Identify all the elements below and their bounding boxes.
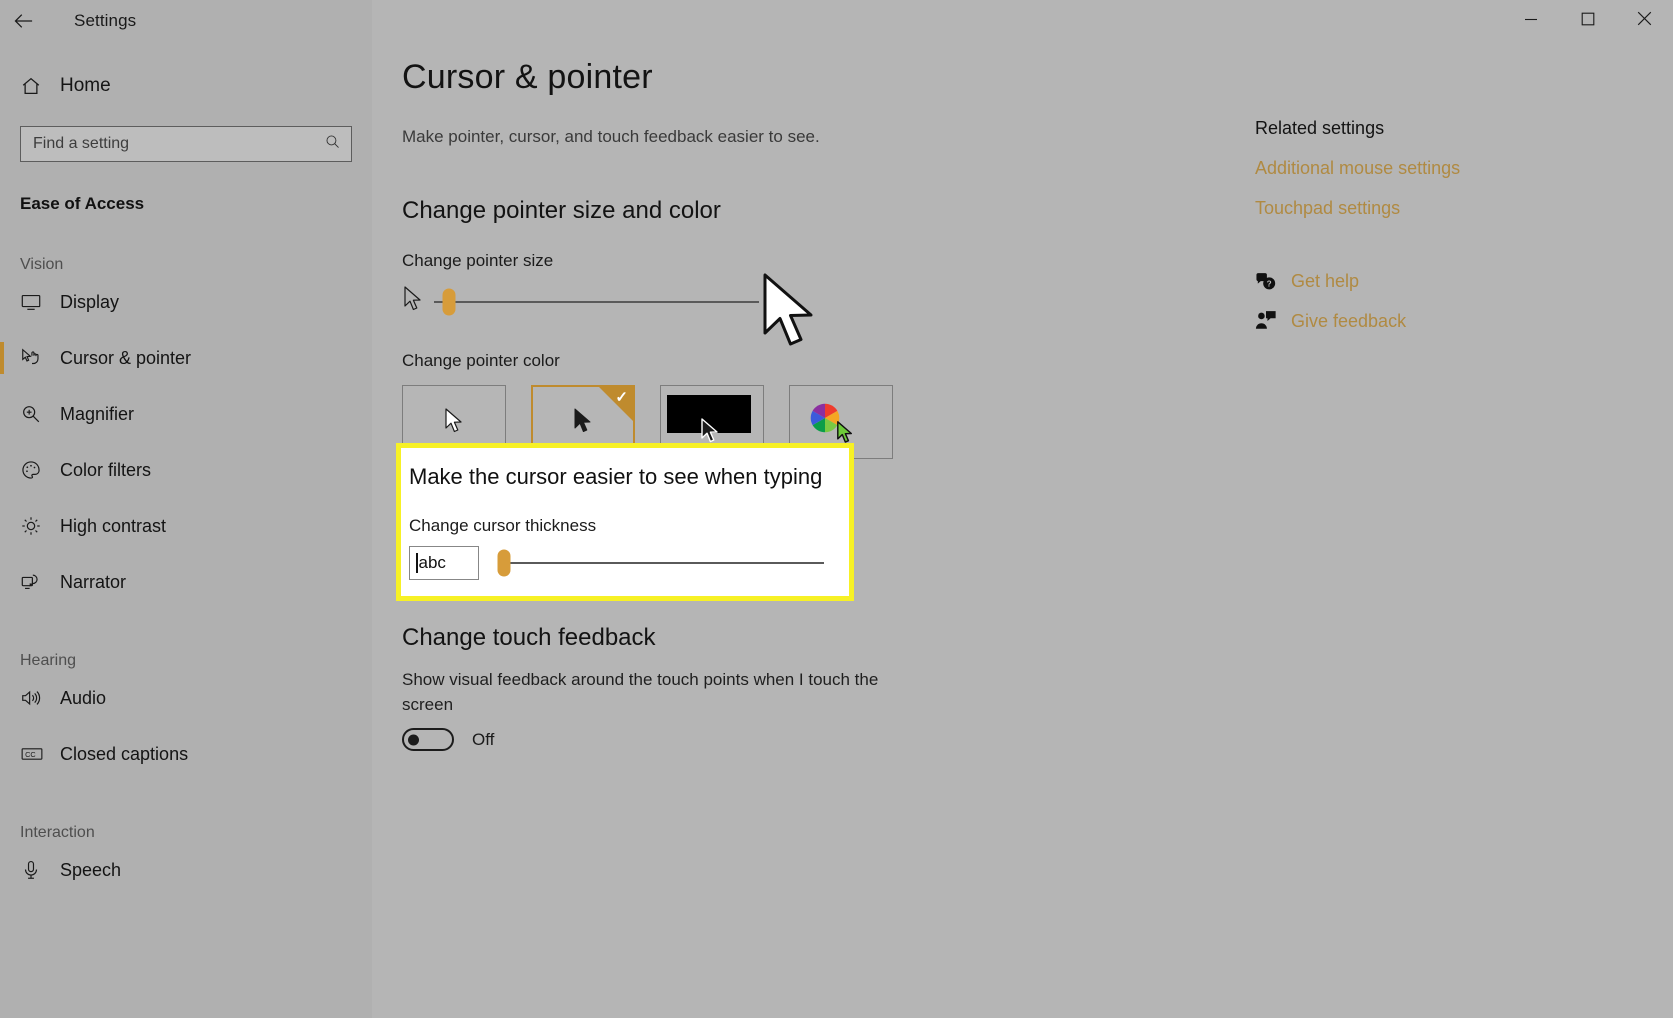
search-input[interactable] — [33, 135, 324, 153]
settings-window: Home Ease of Access Vision Display — [0, 0, 1673, 1018]
cursor-preview-field[interactable]: abc — [409, 546, 479, 580]
page-title: Cursor & pointer — [402, 58, 653, 96]
monitor-icon — [20, 291, 54, 313]
app-title: Settings — [74, 11, 137, 30]
link-additional-mouse-settings[interactable]: Additional mouse settings — [1255, 158, 1655, 179]
sun-icon — [20, 515, 54, 537]
pointer-section-heading: Change pointer size and color — [402, 197, 721, 224]
page-subtitle: Make pointer, cursor, and touch feedback… — [402, 127, 820, 146]
home-icon — [20, 75, 54, 97]
check-icon: ✓ — [615, 389, 628, 406]
microphone-icon — [20, 859, 54, 881]
give-feedback-label: Give feedback — [1291, 310, 1407, 331]
feedback-icon — [1255, 310, 1291, 332]
search-icon — [324, 133, 341, 155]
magnifier-icon — [20, 403, 54, 425]
sidebar-item-narrator[interactable]: Narrator — [0, 554, 372, 610]
close-icon — [1637, 11, 1652, 31]
sidebar-item-high-contrast[interactable]: High contrast — [0, 498, 372, 554]
sidebar-item-closed-captions[interactable]: CC Closed captions — [0, 726, 372, 782]
pointer-size-track[interactable] — [434, 288, 759, 316]
sidebar-item-label: Color filters — [60, 459, 152, 480]
cc-icon: CC — [20, 743, 54, 765]
cursor-thickness-label: Change cursor thickness — [409, 516, 597, 535]
window-controls — [1502, 0, 1673, 42]
minimize-button[interactable] — [1502, 0, 1559, 42]
pointer-color-label: Change pointer color — [402, 351, 560, 370]
svg-text:CC: CC — [25, 750, 36, 759]
maximize-icon — [1581, 12, 1595, 31]
link-give-feedback[interactable]: Give feedback — [1255, 310, 1655, 332]
touch-section-description: Show visual feedback around the touch po… — [402, 670, 879, 714]
narrator-icon — [20, 571, 54, 593]
sidebar-group-interaction: Interaction — [20, 824, 95, 841]
title-bar: Settings — [0, 0, 1673, 42]
cursor-thickness-thumb[interactable] — [497, 549, 511, 577]
related-settings-panel: Related settings Additional mouse settin… — [1255, 118, 1655, 332]
back-arrow-icon — [13, 12, 35, 30]
sidebar-item-label: Speech — [60, 859, 122, 880]
cursor-typing-section-highlight: Make the cursor easier to see when typin… — [396, 443, 854, 601]
pointer-size-slider[interactable] — [402, 279, 1252, 325]
touch-feedback-state-label: Off — [472, 729, 495, 749]
sidebar-group-vision: Vision — [20, 256, 64, 273]
pointer-size-label: Change pointer size — [402, 251, 554, 270]
sidebar-home-label: Home — [60, 75, 111, 96]
sidebar-item-home[interactable]: Home — [0, 64, 372, 108]
cursor-section-heading: Make the cursor easier to see when typin… — [409, 464, 823, 489]
cursor-thickness-track[interactable] — [497, 549, 824, 577]
toggle-knob — [408, 734, 419, 745]
palette-icon — [20, 459, 54, 481]
link-touchpad-settings[interactable]: Touchpad settings — [1255, 198, 1655, 219]
text-caret — [416, 553, 418, 573]
sidebar-category: Ease of Access — [20, 194, 145, 213]
touch-feedback-toggle[interactable] — [402, 728, 454, 751]
sidebar-item-label: Closed captions — [60, 743, 189, 764]
sidebar-item-magnifier[interactable]: Magnifier — [0, 386, 372, 442]
sidebar-item-label: Narrator — [60, 571, 127, 592]
sidebar-item-color-filters[interactable]: Color filters — [0, 442, 372, 498]
sidebar-item-label: Magnifier — [60, 403, 135, 424]
main-content: Cursor & pointer Make pointer, cursor, a… — [372, 0, 1252, 1018]
sidebar-item-label: High contrast — [60, 515, 167, 536]
sidebar-item-label: Cursor & pointer — [60, 347, 192, 368]
pointer-size-thumb[interactable] — [442, 288, 456, 316]
sidebar-item-label: Audio — [60, 687, 107, 708]
sidebar-item-label: Display — [60, 291, 120, 312]
related-settings-title: Related settings — [1255, 118, 1385, 138]
sidebar-group-hearing: Hearing — [20, 652, 77, 669]
back-button[interactable] — [0, 0, 48, 42]
speaker-icon — [20, 687, 54, 709]
touch-section-heading: Change touch feedback — [402, 624, 656, 651]
help-links-group: ? Get help Give feedback — [1255, 271, 1655, 332]
sidebar-item-cursor-pointer[interactable]: Cursor & pointer — [0, 330, 372, 386]
search-box[interactable] — [20, 126, 352, 162]
small-cursor-preview-icon — [402, 285, 424, 320]
sidebar-item-audio[interactable]: Audio — [0, 670, 372, 726]
sidebar-item-display[interactable]: Display — [0, 274, 372, 330]
cursor-pointer-icon — [20, 347, 54, 369]
help-bubble-icon: ? — [1255, 272, 1291, 292]
link-get-help[interactable]: ? Get help — [1255, 271, 1655, 292]
cursor-thickness-control: abc — [409, 546, 849, 580]
minimize-icon — [1524, 12, 1538, 30]
get-help-label: Get help — [1291, 271, 1360, 291]
close-button[interactable] — [1616, 0, 1673, 42]
maximize-button[interactable] — [1559, 0, 1616, 42]
svg-text:?: ? — [1267, 279, 1272, 288]
touch-feedback-toggle-row: Off — [402, 728, 494, 751]
sidebar: Home Ease of Access Vision Display — [0, 0, 372, 1018]
cursor-preview-text: abc — [418, 553, 446, 572]
sidebar-item-speech[interactable]: Speech — [0, 842, 372, 898]
